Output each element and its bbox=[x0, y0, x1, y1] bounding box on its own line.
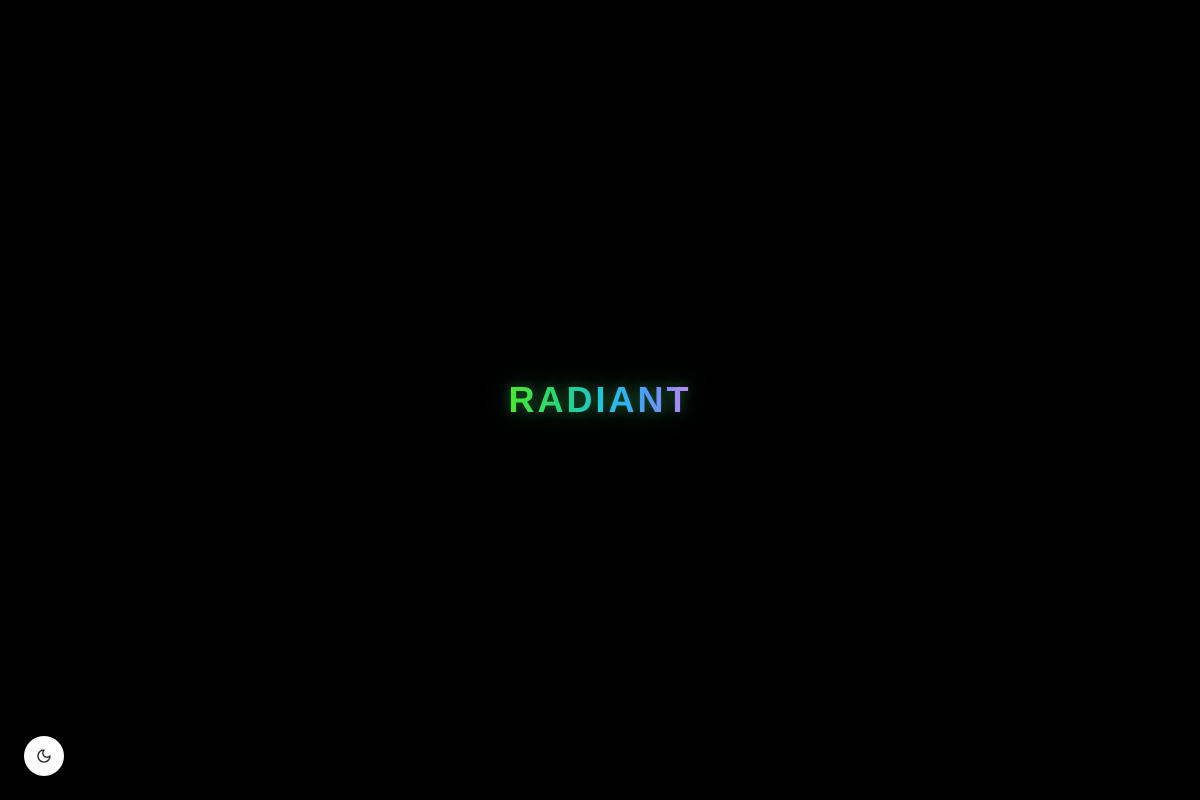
moon-icon bbox=[36, 748, 52, 764]
brand-logo: RADIANT bbox=[0, 376, 1200, 424]
brand-logo-text: RADIANT bbox=[507, 376, 694, 424]
page-canvas: RADIANT bbox=[0, 0, 1200, 800]
theme-toggle-button[interactable] bbox=[24, 736, 64, 776]
